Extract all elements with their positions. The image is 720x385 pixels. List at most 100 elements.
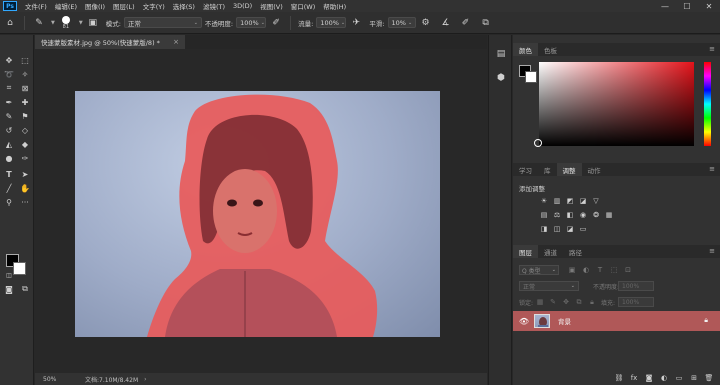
lock-transparent-icon[interactable]: ▦ <box>535 297 545 307</box>
symmetry-icon[interactable]: ⧉ <box>478 15 494 31</box>
move-tool-icon[interactable]: ✥ <box>2 53 16 67</box>
curves-icon[interactable]: ◩ <box>565 196 575 205</box>
hue-saturation-icon[interactable]: ▤ <box>539 210 549 219</box>
document-tab[interactable]: 快速蒙版素材.jpg @ 50%(快速蒙版/8) * × <box>35 35 185 49</box>
link-layers-icon[interactable]: ⛓ <box>614 373 624 383</box>
dodge-tool-icon[interactable]: ● <box>2 151 16 165</box>
shape-filter-icon[interactable]: ⬚ <box>609 265 619 275</box>
type-tool-icon[interactable]: T <box>2 167 16 181</box>
menu-file[interactable]: 文件(F) <box>21 1 51 11</box>
lock-all-icon[interactable]: 🔒︎ <box>587 297 597 307</box>
color-picker-cursor[interactable] <box>534 139 542 147</box>
threshold-icon[interactable]: ◪ <box>565 224 575 233</box>
close-icon[interactable]: × <box>173 38 179 46</box>
flow-field[interactable]: 100% ⌄ <box>316 17 347 28</box>
brush-angle-icon[interactable]: ∡ <box>438 15 454 31</box>
invert-icon[interactable]: ◨ <box>539 224 549 233</box>
photo-filter-icon[interactable]: ◉ <box>578 210 588 219</box>
brightness-icon[interactable]: ☀ <box>539 196 549 205</box>
tab-layers[interactable]: 图层 <box>513 245 538 258</box>
3d-panel-icon[interactable]: ⬢ <box>494 71 508 85</box>
add-mask-icon[interactable]: ◙ <box>644 373 654 383</box>
tab-paths[interactable]: 路径 <box>563 245 588 258</box>
path-selection-tool-icon[interactable]: ➤ <box>18 167 32 181</box>
frame-tool-icon[interactable]: ⊠ <box>18 81 32 95</box>
lock-artboard-icon[interactable]: ⧉ <box>574 297 584 307</box>
zoom-tool-icon[interactable]: ⚲ <box>2 195 16 209</box>
eyedropper-tool-icon[interactable]: ✒ <box>2 95 16 109</box>
layer-opacity-field[interactable]: 100% <box>618 281 654 291</box>
color-lookup-icon[interactable]: ▦ <box>604 210 614 219</box>
zoom-level[interactable]: 50% <box>35 376 65 383</box>
tab-libraries[interactable]: 库 <box>538 163 557 176</box>
crop-tool-icon[interactable]: ⌗ <box>2 81 16 95</box>
healing-brush-tool-icon[interactable]: ✚ <box>18 95 32 109</box>
menu-edit[interactable]: 编辑(E) <box>51 1 81 11</box>
menu-3d[interactable]: 3D(D) <box>229 2 256 10</box>
menu-select[interactable]: 选择(S) <box>169 1 199 11</box>
brush-settings-icon[interactable]: ▣ <box>85 15 101 31</box>
quick-mask-icon[interactable]: ◙ <box>2 282 16 296</box>
color-balance-icon[interactable]: ⚖ <box>552 210 562 219</box>
gradient-map-icon[interactable]: ▭ <box>578 224 588 233</box>
home-icon[interactable]: ⌂ <box>2 15 18 31</box>
lock-position-icon[interactable]: ✥ <box>561 297 571 307</box>
color-picker-field[interactable] <box>539 62 694 146</box>
fill-field[interactable]: 100% <box>618 297 654 307</box>
document-canvas[interactable] <box>75 91 440 337</box>
clone-stamp-tool-icon[interactable]: ⚑ <box>18 109 32 123</box>
more-tools-icon[interactable]: ··· <box>18 195 32 209</box>
smoothing-field[interactable]: 10% ⌄ <box>387 17 416 28</box>
menu-help[interactable]: 帮助(H) <box>319 1 350 11</box>
default-colors-icon[interactable]: ◫ <box>2 268 16 282</box>
chevron-right-icon[interactable]: › <box>144 376 146 383</box>
new-group-icon[interactable]: ▭ <box>674 373 684 383</box>
hand-tool-icon[interactable]: ✋ <box>18 181 32 195</box>
magic-wand-tool-icon[interactable]: ✧ <box>18 67 32 81</box>
tab-swatches[interactable]: 色板 <box>538 43 563 56</box>
mode-select[interactable]: 正常 ⌄ <box>123 17 202 28</box>
layer-row[interactable]: 👁︎ 背景 🔒︎ <box>513 311 720 331</box>
layer-filter-select[interactable]: Q 类型 ⌄ <box>519 265 559 275</box>
brush-preset-picker[interactable]: 81 <box>55 13 77 33</box>
smart-object-filter-icon[interactable]: ⊡ <box>623 265 633 275</box>
history-panel-icon[interactable]: ▤ <box>494 47 508 61</box>
marquee-tool-icon[interactable]: ⬚ <box>18 53 32 67</box>
adjustment-filter-icon[interactable]: ◐ <box>581 265 591 275</box>
maximize-button[interactable]: ☐ <box>676 0 698 12</box>
minimize-button[interactable]: — <box>654 0 676 12</box>
tab-color[interactable]: 颜色 <box>513 43 538 56</box>
history-brush-tool-icon[interactable]: ↺ <box>2 123 16 137</box>
levels-icon[interactable]: ▥ <box>552 196 562 205</box>
vibrance-icon[interactable]: ▽ <box>591 196 601 205</box>
panel-menu-icon[interactable]: ≡ <box>709 45 715 53</box>
black-white-icon[interactable]: ◧ <box>565 210 575 219</box>
tab-channels[interactable]: 通道 <box>538 245 563 258</box>
menu-type[interactable]: 文字(Y) <box>139 1 169 11</box>
brush-tool-icon[interactable]: ✎ <box>31 15 47 31</box>
layer-style-icon[interactable]: fx <box>629 373 639 383</box>
hue-slider[interactable] <box>704 62 711 146</box>
posterize-icon[interactable]: ◫ <box>552 224 562 233</box>
blend-mode-select[interactable]: 正常 ⌄ <box>519 281 579 291</box>
pixel-filter-icon[interactable]: ▣ <box>567 265 577 275</box>
panel-menu-icon[interactable]: ≡ <box>709 247 715 255</box>
lock-image-icon[interactable]: ✎ <box>548 297 558 307</box>
pressure-opacity-icon[interactable]: ✐ <box>268 15 284 31</box>
gear-icon[interactable]: ⚙ <box>418 15 434 31</box>
brush-tool-icon[interactable]: ✎ <box>2 109 16 123</box>
gradient-tool-icon[interactable]: ◭ <box>2 137 16 151</box>
line-tool-icon[interactable]: ╱ <box>2 181 16 195</box>
channel-mixer-icon[interactable]: ❂ <box>591 210 601 219</box>
airbrush-icon[interactable]: ✈ <box>348 15 364 31</box>
pressure-size-icon[interactable]: ✐ <box>458 15 474 31</box>
tab-adjustments[interactable]: 调整 <box>556 163 582 176</box>
menu-window[interactable]: 窗口(W) <box>287 1 320 11</box>
menu-layer[interactable]: 图层(L) <box>109 1 139 11</box>
canvas-area[interactable] <box>35 49 487 373</box>
opacity-field[interactable]: 100% ⌄ <box>236 17 267 28</box>
panel-menu-icon[interactable]: ≡ <box>709 165 715 173</box>
new-layer-icon[interactable]: ⊞ <box>689 373 699 383</box>
tab-learn[interactable]: 学习 <box>513 163 538 176</box>
pen-tool-icon[interactable]: ✑ <box>18 151 32 165</box>
